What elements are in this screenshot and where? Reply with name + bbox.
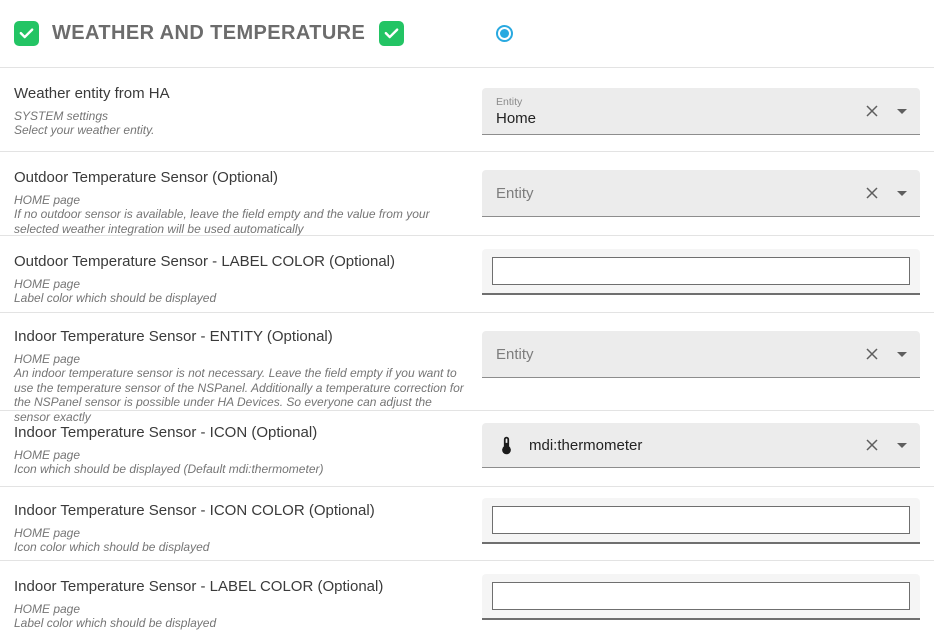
setting-row-outdoor-label-color: Outdoor Temperature Sensor - LABEL COLOR… — [0, 236, 934, 313]
clear-icon[interactable] — [864, 103, 880, 119]
label-color-field — [482, 574, 920, 620]
setting-text: Indoor Temperature Sensor - LABEL COLOR … — [0, 561, 482, 631]
select-text: Entity Home — [496, 96, 864, 127]
icon-color-input[interactable] — [492, 506, 910, 534]
setting-description: Label color which should be displayed — [14, 616, 466, 630]
radio-dot — [500, 29, 509, 38]
select-placeholder: Entity — [496, 346, 864, 363]
chevron-down-icon[interactable] — [897, 352, 907, 357]
setting-row-outdoor-sensor: Outdoor Temperature Sensor (Optional) HO… — [0, 152, 934, 236]
setting-description: Label color which should be displayed — [14, 291, 466, 305]
setting-subtitle: HOME page — [14, 193, 466, 207]
clear-icon[interactable] — [864, 437, 880, 453]
setting-text: Outdoor Temperature Sensor - LABEL COLOR… — [0, 236, 482, 306]
label-color-input[interactable] — [492, 582, 910, 610]
setting-text: Weather entity from HA SYSTEM settings S… — [0, 68, 482, 138]
setting-row-indoor-entity: Indoor Temperature Sensor - ENTITY (Opti… — [0, 313, 934, 411]
icon-color-field — [482, 498, 920, 544]
indoor-entity-select[interactable]: Entity — [482, 331, 920, 378]
setting-subtitle: HOME page — [14, 448, 466, 462]
section-header: WEATHER AND TEMPERATURE — [0, 0, 934, 68]
weather-entity-select[interactable]: Entity Home — [482, 88, 920, 135]
chevron-down-icon[interactable] — [897, 191, 907, 196]
section-title: WEATHER AND TEMPERATURE — [52, 22, 365, 45]
setting-text: Indoor Temperature Sensor - ICON (Option… — [0, 411, 482, 477]
setting-subtitle: HOME page — [14, 277, 466, 291]
setting-description: If no outdoor sensor is available, leave… — [14, 207, 466, 236]
setting-row-indoor-icon-color: Indoor Temperature Sensor - ICON COLOR (… — [0, 487, 934, 561]
settings-page: WEATHER AND TEMPERATURE Weather entity f… — [0, 0, 934, 640]
setting-title: Weather entity from HA — [14, 85, 466, 102]
setting-text: Outdoor Temperature Sensor (Optional) HO… — [0, 152, 482, 236]
setting-title: Indoor Temperature Sensor - ICON COLOR (… — [14, 502, 466, 519]
setting-title: Outdoor Temperature Sensor - LABEL COLOR… — [14, 253, 466, 270]
label-color-input[interactable] — [492, 257, 910, 285]
setting-row-weather-entity: Weather entity from HA SYSTEM settings S… — [0, 68, 934, 152]
select-value: Home — [496, 110, 864, 127]
chevron-down-icon[interactable] — [897, 109, 907, 114]
setting-subtitle: HOME page — [14, 526, 466, 540]
select-value: mdi:thermometer — [529, 437, 642, 454]
label-color-field — [482, 249, 920, 295]
setting-subtitle: HOME page — [14, 602, 466, 616]
select-text: Entity — [496, 346, 864, 363]
clear-icon[interactable] — [864, 346, 880, 362]
setting-title: Indoor Temperature Sensor - ICON (Option… — [14, 424, 466, 441]
clear-icon[interactable] — [864, 185, 880, 201]
indoor-icon-select[interactable]: mdi:thermometer — [482, 423, 920, 468]
check-icon — [383, 25, 400, 42]
thermometer-icon — [496, 435, 517, 456]
setting-title: Indoor Temperature Sensor - ENTITY (Opti… — [14, 328, 466, 345]
setting-title: Indoor Temperature Sensor - LABEL COLOR … — [14, 578, 466, 595]
setting-description: Select your weather entity. — [14, 123, 466, 137]
setting-description: Icon color which should be displayed — [14, 540, 466, 554]
outdoor-entity-select[interactable]: Entity — [482, 170, 920, 217]
setting-subtitle: SYSTEM settings — [14, 109, 466, 123]
chevron-down-icon[interactable] — [897, 443, 907, 448]
setting-text: Indoor Temperature Sensor - ICON COLOR (… — [0, 487, 482, 555]
select-placeholder: Entity — [496, 185, 864, 202]
setting-title: Outdoor Temperature Sensor (Optional) — [14, 169, 466, 186]
setting-row-indoor-icon: Indoor Temperature Sensor - ICON (Option… — [0, 411, 934, 487]
checkbox-icon-left[interactable] — [14, 21, 39, 46]
setting-row-indoor-label-color: Indoor Temperature Sensor - LABEL COLOR … — [0, 561, 934, 638]
setting-description: Icon which should be displayed (Default … — [14, 462, 466, 476]
checkbox-icon-right[interactable] — [379, 21, 404, 46]
check-icon — [18, 25, 35, 42]
select-text: Entity — [496, 185, 864, 202]
select-floating-label: Entity — [496, 96, 864, 108]
setting-subtitle: HOME page — [14, 352, 466, 366]
radio-selected-icon[interactable] — [496, 25, 513, 42]
setting-text: Indoor Temperature Sensor - ENTITY (Opti… — [0, 313, 482, 424]
